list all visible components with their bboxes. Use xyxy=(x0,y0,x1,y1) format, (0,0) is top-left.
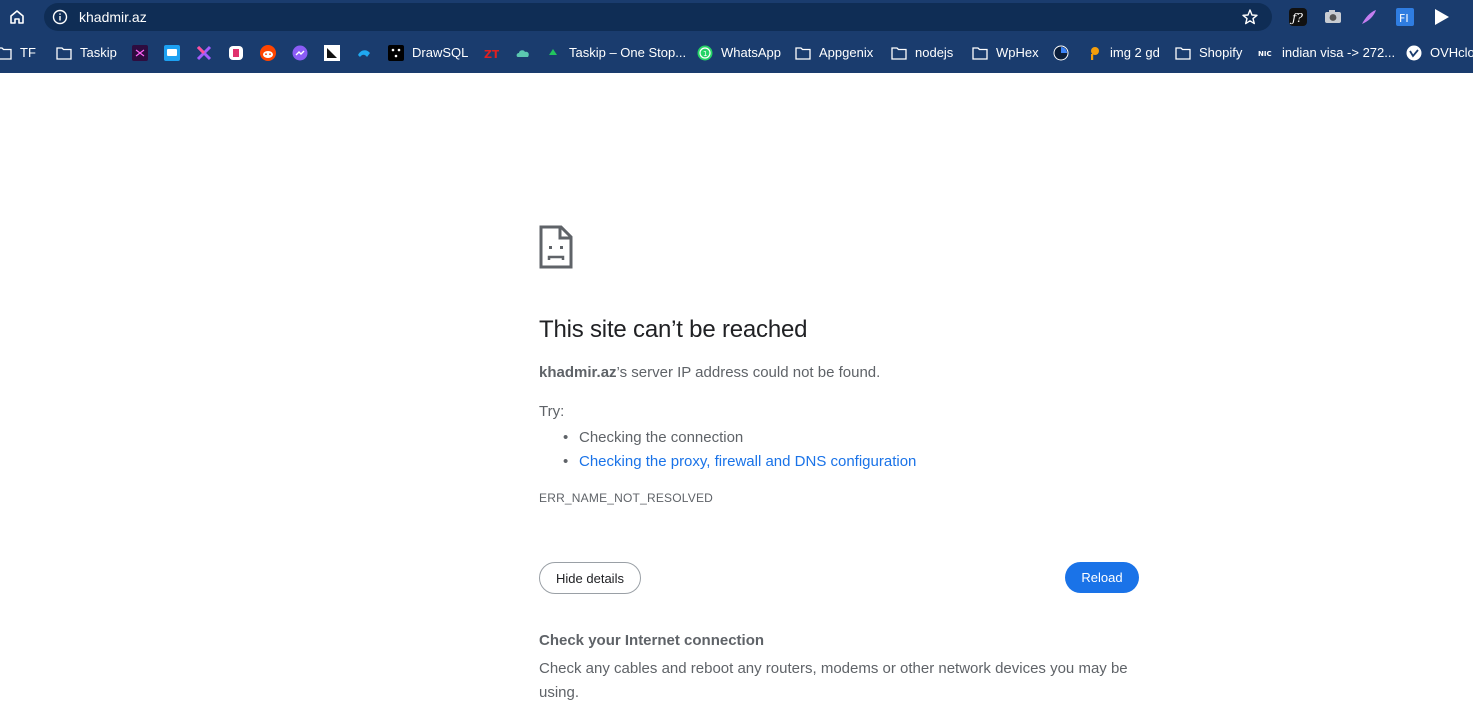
bookmark-nodejs[interactable]: nodejs xyxy=(891,43,953,63)
details-heading: Check your Internet connection xyxy=(539,632,765,649)
bookmarks-bar: TF Taskip DrawSQL ZT Taskip – One Stop..… xyxy=(0,34,1473,73)
home-icon[interactable] xyxy=(5,5,29,29)
svg-text:NIC: NIC xyxy=(1258,50,1272,58)
bookmark-appgenix[interactable]: Appgenix xyxy=(795,43,873,63)
bookmark-wave[interactable] xyxy=(356,43,372,63)
app-favicon-icon xyxy=(228,45,244,61)
check-proxy-link[interactable]: Checking the proxy, firewall and DNS con… xyxy=(579,453,916,470)
url-text[interactable]: khadmir.az xyxy=(79,8,147,26)
play-extension-icon[interactable] xyxy=(1430,6,1452,28)
bookmark-ovhcloud[interactable]: OVHclou xyxy=(1406,43,1473,63)
bookmark-tf[interactable]: TF xyxy=(0,43,36,63)
bookmark-messenger[interactable] xyxy=(292,43,308,63)
bookmark-x[interactable] xyxy=(196,43,212,63)
bookmark-label: Shopify xyxy=(1199,45,1243,60)
bookmark-label: OVHclou xyxy=(1430,45,1473,60)
error-host: khadmir.az xyxy=(539,364,617,381)
details-body: Check any cables and reboot any routers,… xyxy=(539,660,1128,701)
bookmark-label: Taskip – One Stop... xyxy=(569,45,687,60)
fonts-ninja-extension-icon[interactable]: ƒ? xyxy=(1287,6,1309,28)
reload-button[interactable]: Reload xyxy=(1065,562,1139,593)
img2gd-icon xyxy=(1086,45,1102,61)
bookmark-label: Appgenix xyxy=(819,45,874,60)
bookmark-label: WhatsApp xyxy=(721,45,781,60)
svg-text:ƒ?: ƒ? xyxy=(1289,11,1303,25)
bookmark-label: Taskip xyxy=(80,45,117,60)
hide-details-button[interactable]: Hide details xyxy=(539,562,641,594)
nic-favicon-icon: NIC xyxy=(1258,45,1274,61)
bookmark-label: nodejs xyxy=(915,45,954,60)
bookmark-indian-visa[interactable]: NIC indian visa -> 272... xyxy=(1258,43,1395,63)
bookmark-whatsapp[interactable]: 1 WhatsApp xyxy=(697,43,781,63)
browser-toolbar: khadmir.az ƒ? FI xyxy=(0,0,1473,34)
error-description: khadmir.az’s server IP address could not… xyxy=(539,364,880,381)
svg-text:1: 1 xyxy=(703,50,707,58)
folder-icon xyxy=(56,45,72,61)
messenger-icon xyxy=(292,45,308,61)
suggestion-check-connection: Checking the connection xyxy=(563,426,916,450)
taskip-favicon-icon xyxy=(545,45,561,61)
bookmark-reddit[interactable] xyxy=(260,43,276,63)
folder-icon xyxy=(1175,45,1191,61)
bookmark-shopify[interactable]: Shopify xyxy=(1175,43,1242,63)
bookmark-xd[interactable] xyxy=(132,43,148,63)
whatsapp-icon: 1 xyxy=(697,45,713,61)
bookmark-app[interactable] xyxy=(228,43,244,63)
wave-favicon-icon xyxy=(356,45,372,61)
bookmark-label: WpHex xyxy=(996,45,1039,60)
bookmark-img2gd[interactable]: img 2 gd xyxy=(1086,43,1160,63)
bookmark-taskip[interactable]: Taskip xyxy=(56,43,117,63)
xd-favicon-icon xyxy=(132,45,148,61)
reddit-icon xyxy=(260,45,276,61)
bookmark-circle[interactable] xyxy=(1053,43,1069,63)
bookmark-label: DrawSQL xyxy=(412,45,469,60)
address-bar[interactable]: khadmir.az xyxy=(44,3,1272,31)
bookmark-penguin[interactable] xyxy=(324,43,340,63)
bookmark-star-icon[interactable] xyxy=(1240,7,1260,27)
bookmark-cloud[interactable] xyxy=(515,43,531,63)
bookmark-label: TF xyxy=(20,45,36,60)
bookmark-label: indian visa -> 272... xyxy=(1282,45,1396,60)
error-description-text: ’s server IP address could not be found. xyxy=(616,364,881,381)
camera-extension-icon[interactable] xyxy=(1322,6,1344,28)
bookmark-drawsql[interactable]: DrawSQL xyxy=(388,43,468,63)
bookmark-taskip-one-stop[interactable]: Taskip – One Stop... xyxy=(545,43,686,63)
chat-favicon-icon xyxy=(164,45,180,61)
try-label: Try: xyxy=(539,403,565,420)
folder-icon xyxy=(972,45,988,61)
svg-text:ZT: ZT xyxy=(484,48,499,61)
cloud-favicon-icon xyxy=(515,45,531,61)
site-info-icon[interactable] xyxy=(50,7,70,27)
folder-icon xyxy=(891,45,907,61)
bookmark-chat[interactable] xyxy=(164,43,180,63)
suggestions-list: Checking the connection Checking the pro… xyxy=(563,426,916,474)
folder-icon xyxy=(0,45,12,61)
sad-page-icon xyxy=(539,225,573,269)
circle-favicon-icon xyxy=(1053,45,1069,61)
svg-text:FI: FI xyxy=(1399,12,1409,25)
error-code: ERR_NAME_NOT_RESOLVED xyxy=(539,491,714,505)
penguin-favicon-icon xyxy=(324,45,340,61)
error-title: This site can’t be reached xyxy=(539,316,808,343)
folder-icon xyxy=(795,45,811,61)
zt-favicon-icon: ZT xyxy=(483,45,499,61)
ovh-icon xyxy=(1406,45,1422,61)
x-favicon-icon xyxy=(196,45,212,61)
bookmark-label: img 2 gd xyxy=(1110,45,1160,60)
bookmark-zt[interactable]: ZT xyxy=(483,43,499,63)
bookmark-wphex[interactable]: WpHex xyxy=(972,43,1039,63)
font-identifier-extension-icon[interactable]: FI xyxy=(1394,6,1416,28)
drawsql-icon xyxy=(388,45,404,61)
suggestion-check-proxy: Checking the proxy, firewall and DNS con… xyxy=(563,450,916,474)
feather-extension-icon[interactable] xyxy=(1358,6,1380,28)
